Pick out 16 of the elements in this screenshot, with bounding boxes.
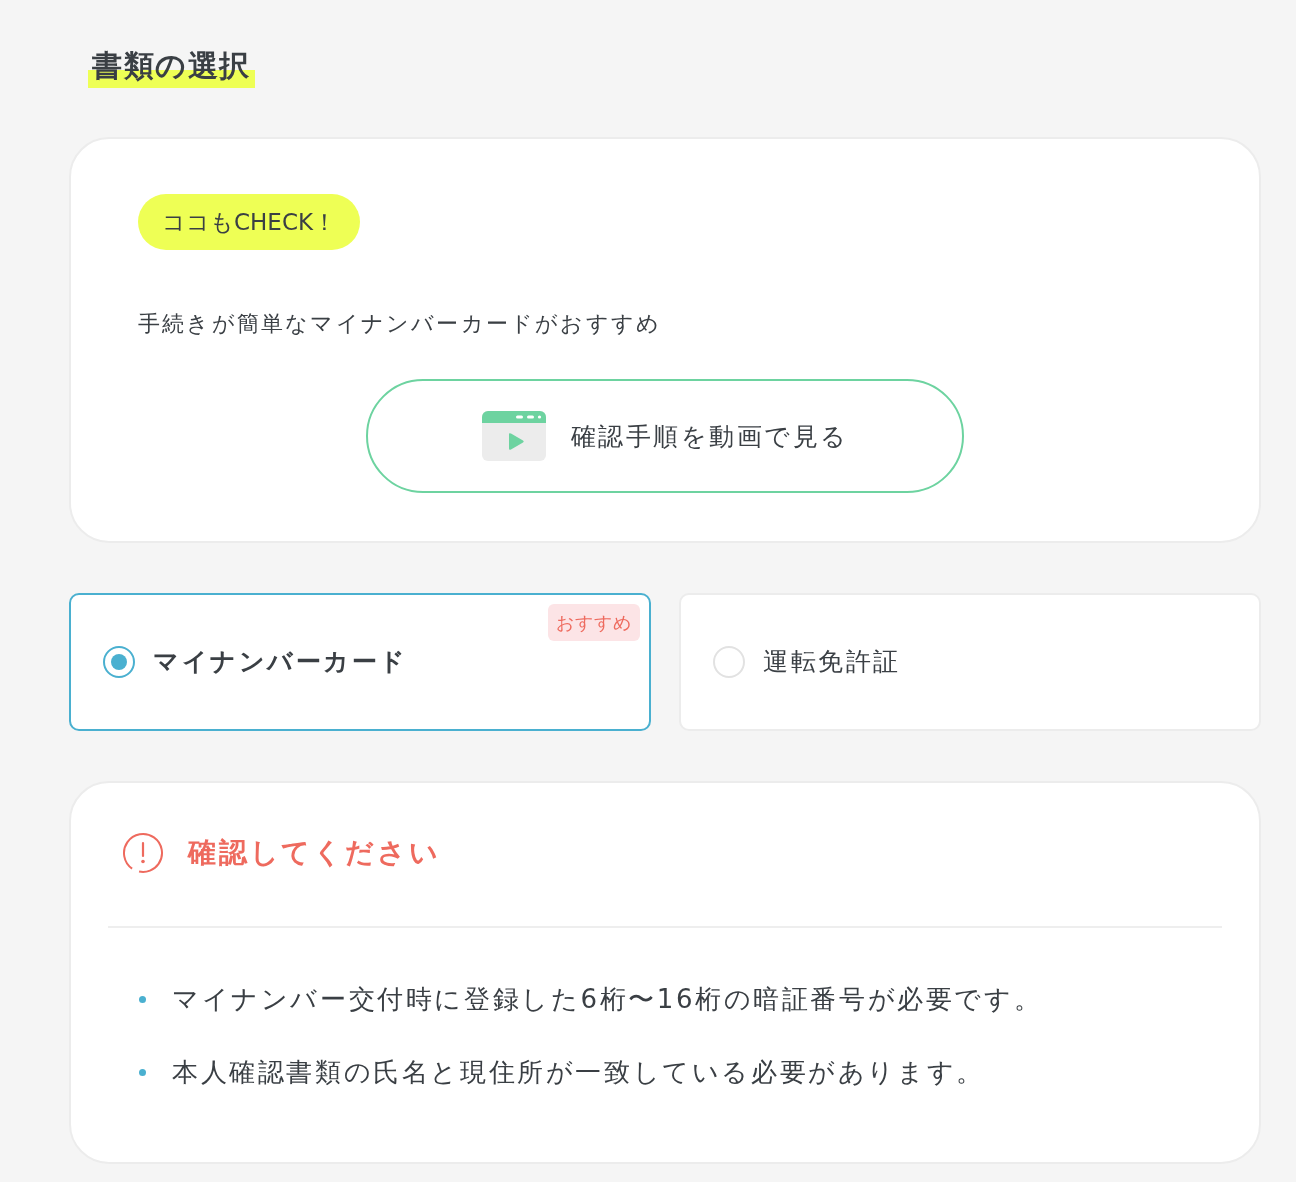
bullet-icon <box>139 995 146 1003</box>
notice-text: 本人確認書類の氏名と現住所が一致している必要があります。 <box>172 1056 985 1089</box>
bullet-icon <box>139 1068 146 1076</box>
video-button[interactable]: 確認手順を動画で見る <box>366 379 964 493</box>
notice-text: マイナンバー交付時に登録した6桁〜16桁の暗証番号が必要です。 <box>172 983 1043 1016</box>
radio-button[interactable] <box>103 646 135 678</box>
notice-title: 確認してください <box>188 835 441 871</box>
recommended-badge: おすすめ <box>548 604 640 641</box>
check-badge: ココもCHECK！ <box>138 194 361 250</box>
option-card[interactable]: 運転免許証 <box>679 593 1261 731</box>
option-label: 運転免許証 <box>763 646 901 678</box>
info-text: 手続きが簡単なマイナンバーカードがおすすめ <box>138 310 662 338</box>
option-card[interactable]: マイナンバーカード おすすめ <box>69 593 651 731</box>
option-label: マイナンバーカード <box>153 646 408 678</box>
alert-icon <box>122 832 164 874</box>
video-window-icon <box>481 411 546 461</box>
